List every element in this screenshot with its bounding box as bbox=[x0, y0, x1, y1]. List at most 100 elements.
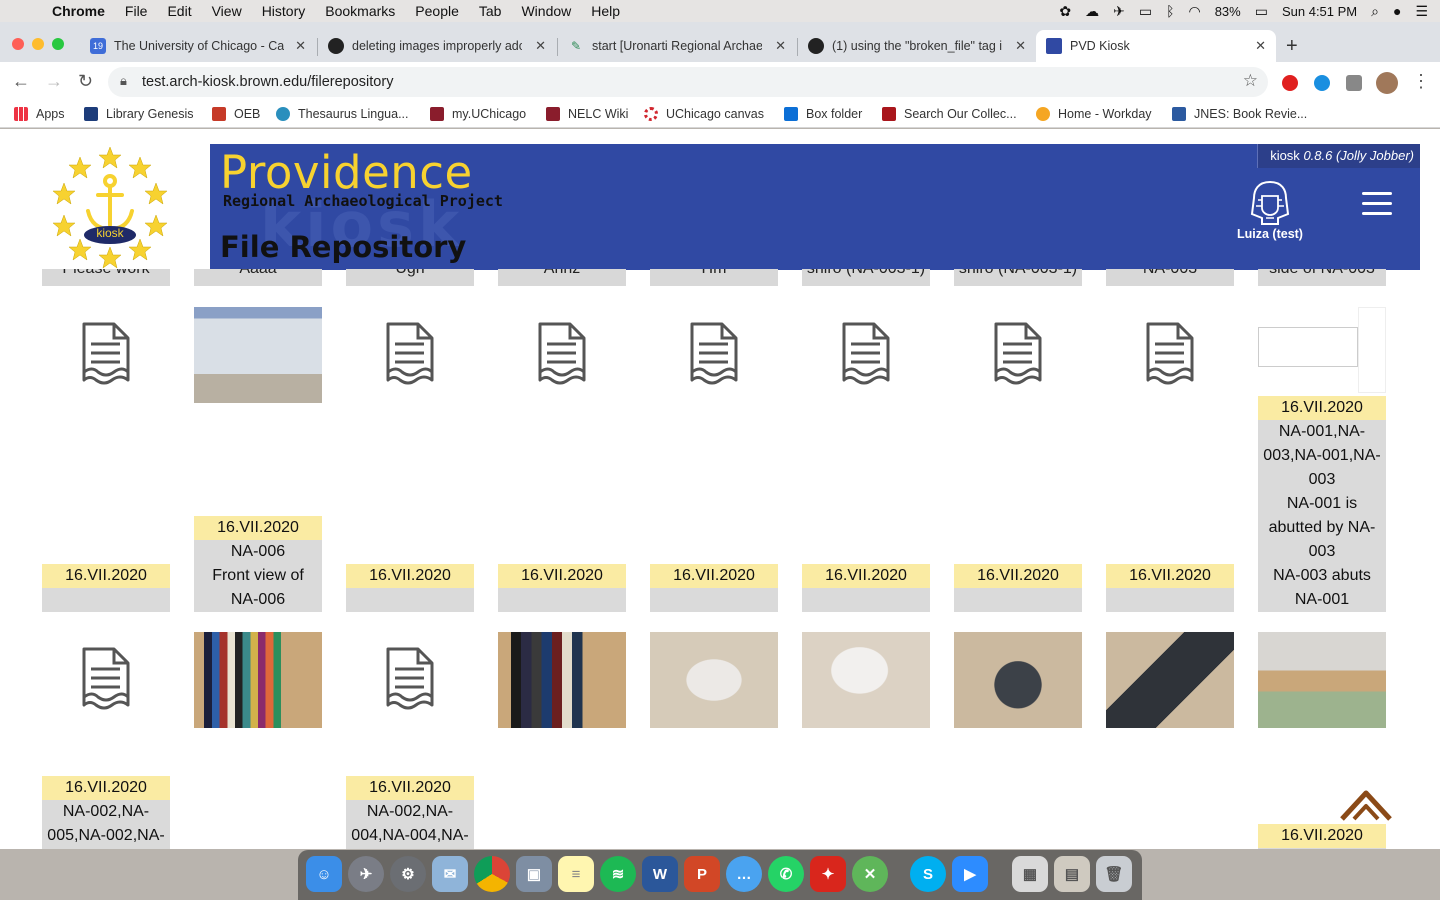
adblock-extension-icon[interactable] bbox=[1282, 75, 1298, 91]
file-metadata[interactable]: 16.VII.2020 NA-001,NA- 003,NA-001,NA- 003 NA… bbox=[1258, 396, 1386, 612]
file-metadata[interactable]: 16.VII.2020NA-003 bbox=[1258, 824, 1386, 849]
bluetooth-icon[interactable]: ᛒ bbox=[1166, 3, 1174, 19]
profile-avatar[interactable] bbox=[1376, 72, 1398, 94]
file-thumbnail[interactable] bbox=[42, 307, 170, 403]
bookmark-apps[interactable]: Apps bbox=[14, 107, 65, 121]
tab-github-deleting-images[interactable]: deleting images improperly adc ✕ bbox=[318, 30, 556, 62]
spotify-icon[interactable]: ≋ bbox=[600, 856, 636, 892]
photo-thumbnail[interactable] bbox=[194, 632, 322, 728]
pharaoh-user-icon[interactable] bbox=[1250, 180, 1290, 226]
control-menu-icon[interactable]: ☰ bbox=[1415, 3, 1428, 20]
tab-uronarti-wiki[interactable]: ✎ start [Uronarti Regional Archae ✕ bbox=[558, 30, 796, 62]
file-metadata[interactable]: 16.VII.2020 bbox=[954, 564, 1082, 612]
file-metadata[interactable]: 16.VII.2020 NA-006 Front view of NA-006 bbox=[194, 516, 322, 612]
bookmark-oeb[interactable]: OEB bbox=[212, 107, 260, 121]
file-metadata[interactable]: 16.VII.2020 bbox=[42, 564, 170, 612]
address-url[interactable]: test.arch-kiosk.brown.edu/filerepository bbox=[142, 74, 393, 90]
tab-pvd-kiosk[interactable]: PVD Kiosk ✕ bbox=[1036, 30, 1276, 62]
close-window-button[interactable] bbox=[12, 38, 24, 50]
zoom-window-button[interactable] bbox=[52, 38, 64, 50]
file-metadata[interactable]: 16.VII.2020 bbox=[650, 564, 778, 612]
tab-uchicago-calendar[interactable]: 19 The University of Chicago - Ca ✕ bbox=[80, 30, 316, 62]
menu-view[interactable]: View bbox=[212, 3, 242, 19]
close-tab-icon[interactable]: ✕ bbox=[535, 38, 546, 54]
bookmark-search-collections[interactable]: Search Our Collec... bbox=[882, 107, 1017, 121]
wifi-icon[interactable]: ◠ bbox=[1188, 3, 1200, 20]
file-metadata[interactable]: 16.VII.2020 bbox=[1106, 564, 1234, 612]
menu-tab[interactable]: Tab bbox=[479, 3, 502, 19]
file-metadata[interactable]: 16.VII.2020 NA-002,NA- 004,NA-004,NA- 002 bbox=[346, 776, 474, 849]
bookmark-my-uchicago[interactable]: my.UChicago bbox=[430, 107, 526, 121]
close-tab-icon[interactable]: ✕ bbox=[1255, 38, 1266, 54]
close-tab-icon[interactable]: ✕ bbox=[775, 38, 786, 54]
bookmark-uchicago-canvas[interactable]: UChicago canvas bbox=[644, 107, 764, 121]
clock[interactable]: Sun 4:51 PM bbox=[1282, 4, 1357, 19]
messages-icon[interactable]: … bbox=[726, 856, 762, 892]
menu-file[interactable]: File bbox=[125, 3, 148, 19]
creative-cloud-icon[interactable]: ✿ bbox=[1059, 3, 1071, 20]
bookmark-nelc-wiki[interactable]: NELC Wiki bbox=[546, 107, 628, 121]
photo-thumbnail[interactable] bbox=[194, 307, 322, 403]
menu-app-name[interactable]: Chrome bbox=[52, 3, 105, 19]
file-metadata[interactable]: 16.VII.2020 NA-002,NA- 005,NA-002,NA- 005 bbox=[42, 776, 170, 849]
lock-icon[interactable]: 🔒︎ bbox=[120, 73, 127, 89]
finder-icon[interactable]: ☺ bbox=[306, 856, 342, 892]
more-menu-icon[interactable]: ⋮ bbox=[1412, 71, 1430, 92]
image-capture-icon[interactable]: ▣ bbox=[516, 856, 552, 892]
back-arrow-icon[interactable]: ← bbox=[12, 71, 30, 92]
battery-percent[interactable]: 83% bbox=[1215, 4, 1241, 19]
hamburger-menu-icon[interactable] bbox=[1362, 192, 1392, 218]
siri-icon[interactable]: ● bbox=[1393, 3, 1401, 19]
photo-thumbnail[interactable] bbox=[650, 632, 778, 728]
close-tab-icon[interactable]: ✕ bbox=[1015, 38, 1026, 54]
spotlight-search-icon[interactable]: ⌕ bbox=[1371, 3, 1379, 20]
documents-stack-icon[interactable]: ▤ bbox=[1054, 856, 1090, 892]
file-thumbnail[interactable] bbox=[954, 307, 1082, 403]
bookmark-box-folder[interactable]: Box folder bbox=[784, 107, 862, 121]
file-thumbnail[interactable] bbox=[498, 307, 626, 403]
minimize-window-button[interactable] bbox=[32, 38, 44, 50]
chrome-icon[interactable] bbox=[474, 856, 510, 892]
system-preferences-icon[interactable]: ⚙ bbox=[390, 856, 426, 892]
bookmark-thesaurus[interactable]: Thesaurus Lingua... bbox=[276, 107, 409, 121]
forward-arrow-icon[interactable]: → bbox=[45, 71, 63, 92]
file-thumbnail[interactable] bbox=[42, 632, 170, 728]
menu-history[interactable]: History bbox=[262, 3, 306, 19]
file-thumbnail[interactable] bbox=[802, 307, 930, 403]
trash-icon[interactable]: 🗑︎ bbox=[1096, 856, 1132, 892]
zotero-extension-icon[interactable] bbox=[1314, 75, 1330, 91]
photo-thumbnail[interactable] bbox=[1106, 632, 1234, 728]
airplay-icon[interactable]: ▭ bbox=[1139, 3, 1152, 20]
bookmark-library-genesis[interactable]: Library Genesis bbox=[84, 107, 194, 121]
photo-thumbnail[interactable] bbox=[498, 632, 626, 728]
menu-people[interactable]: People bbox=[415, 3, 459, 19]
preview-icon[interactable]: ✉ bbox=[432, 856, 468, 892]
acrobat-icon[interactable]: ✦ bbox=[810, 856, 846, 892]
scroll-to-top-icon[interactable] bbox=[1338, 785, 1394, 825]
extensions-puzzle-icon[interactable] bbox=[1346, 75, 1362, 91]
whatsapp-icon[interactable]: ✆ bbox=[768, 856, 804, 892]
new-tab-button[interactable]: + bbox=[1286, 35, 1298, 58]
photo-thumbnail[interactable] bbox=[954, 632, 1082, 728]
file-thumbnail[interactable] bbox=[650, 307, 778, 403]
file-thumbnail[interactable] bbox=[346, 632, 474, 728]
menu-help[interactable]: Help bbox=[591, 3, 620, 19]
file-metadata[interactable]: 16.VII.2020 bbox=[346, 564, 474, 612]
menu-bookmarks[interactable]: Bookmarks bbox=[325, 3, 395, 19]
photo-thumbnail[interactable] bbox=[802, 632, 930, 728]
launchpad-icon[interactable]: ✈ bbox=[348, 856, 384, 892]
skype-icon[interactable]: S bbox=[910, 856, 946, 892]
photo-thumbnail[interactable] bbox=[1258, 632, 1386, 728]
menu-window[interactable]: Window bbox=[521, 3, 571, 19]
word-icon[interactable]: W bbox=[642, 856, 678, 892]
file-metadata[interactable]: 16.VII.2020 bbox=[802, 564, 930, 612]
rocket-icon[interactable]: ✈ bbox=[1113, 3, 1125, 20]
bookmark-jnes[interactable]: JNES: Book Revie... bbox=[1172, 107, 1307, 121]
downloads-stack-icon[interactable]: ▦ bbox=[1012, 856, 1048, 892]
zoom-icon[interactable]: ▶ bbox=[952, 856, 988, 892]
powerpoint-icon[interactable]: P bbox=[684, 856, 720, 892]
notes-icon[interactable]: ≡ bbox=[558, 856, 594, 892]
bookmark-workday[interactable]: Home - Workday bbox=[1036, 107, 1152, 121]
menu-edit[interactable]: Edit bbox=[167, 3, 191, 19]
close-tab-icon[interactable]: ✕ bbox=[295, 38, 306, 54]
